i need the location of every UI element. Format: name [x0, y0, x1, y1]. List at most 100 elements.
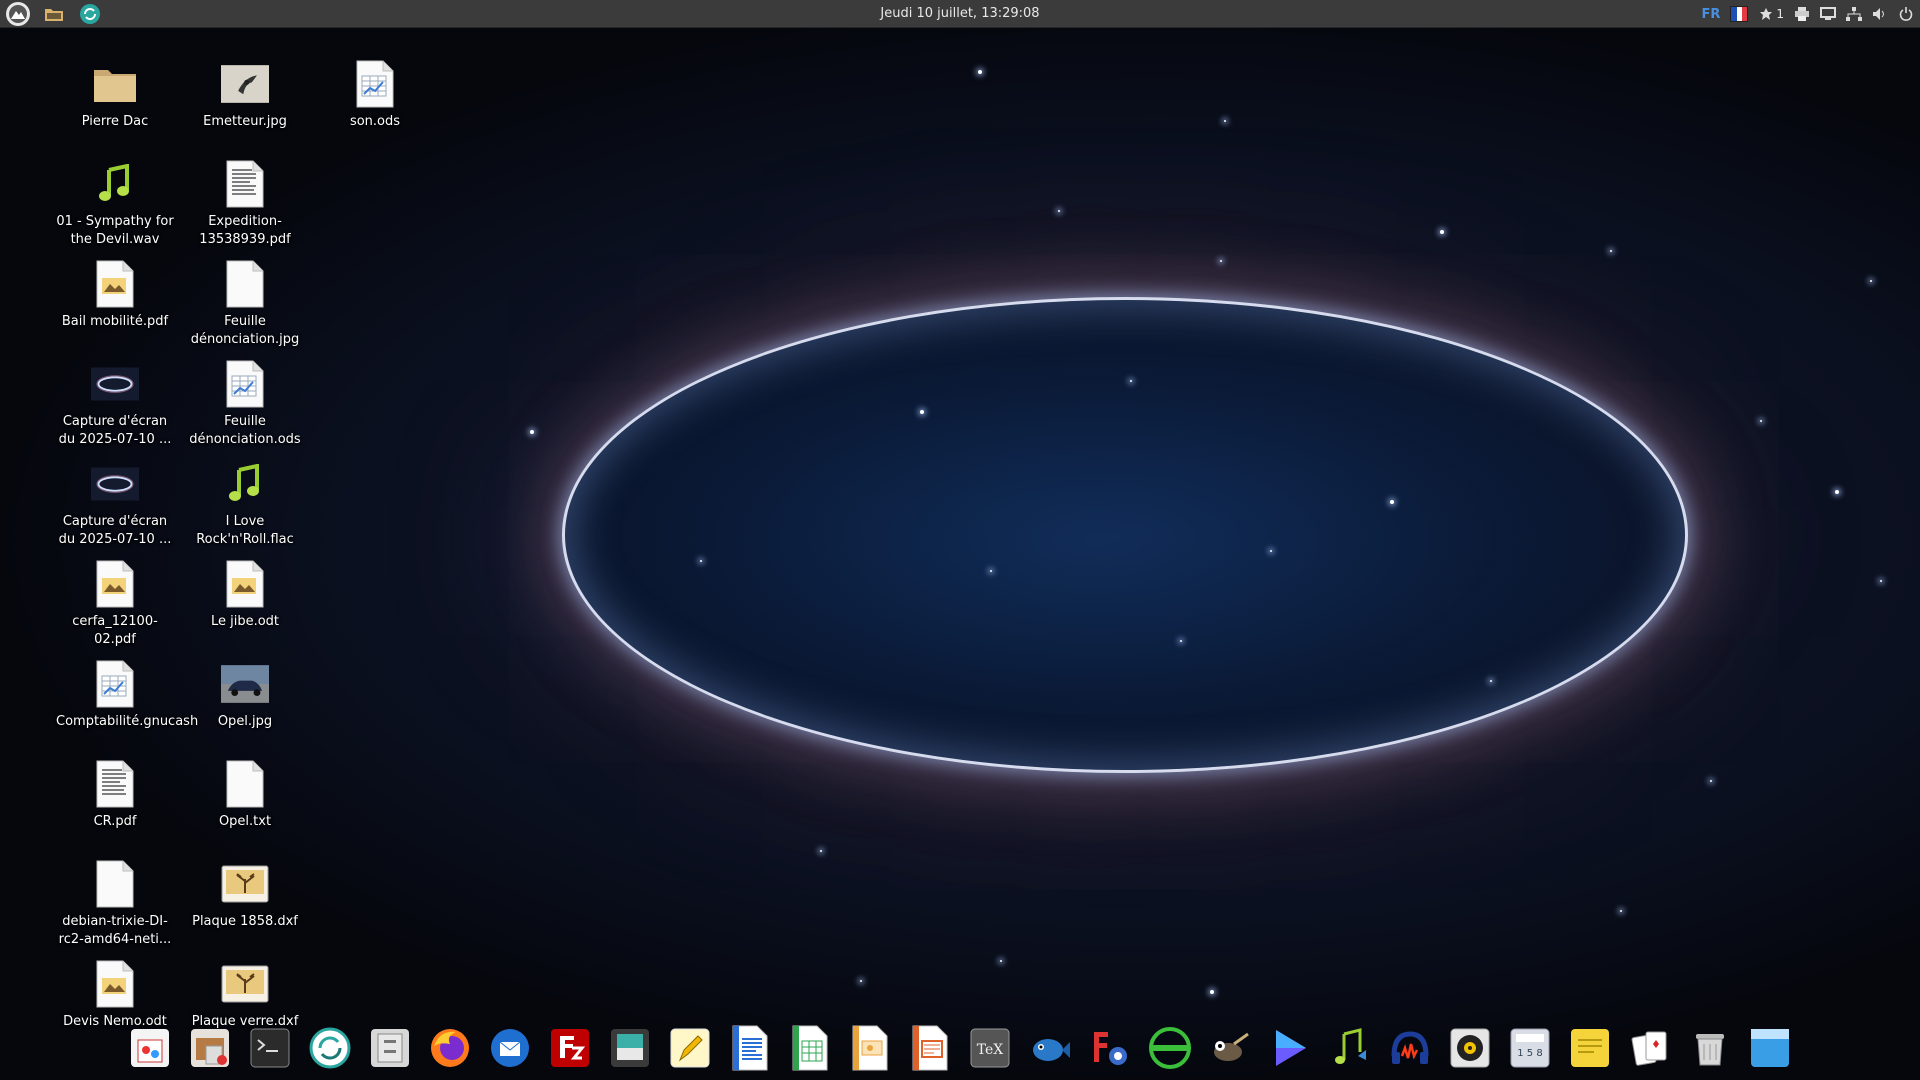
terminal-icon[interactable] [244, 1022, 296, 1074]
star [1224, 120, 1226, 122]
desktop-icon-label: Plaque 1858.dxf [192, 914, 298, 929]
desktop-icon[interactable]: Expedition-13538939.pdf [185, 156, 305, 252]
filezilla-icon[interactable] [544, 1022, 596, 1074]
volume-icon[interactable] [1872, 6, 1888, 22]
desktop-icon[interactable]: Pierre Dac [55, 56, 175, 152]
folder-icon [91, 60, 139, 108]
star [1210, 990, 1214, 994]
desktop-icon-label: cerfa_12100-02.pdf [72, 614, 158, 647]
car-image-icon [221, 660, 269, 708]
star [920, 410, 924, 414]
sticky-notes-icon[interactable] [1564, 1022, 1616, 1074]
flag-icon[interactable] [1730, 6, 1749, 22]
desktop-icon[interactable]: debian-trixie-DI-rc2-amd64-neti... [55, 856, 175, 952]
star [1270, 550, 1272, 552]
text-editor-icon[interactable] [664, 1022, 716, 1074]
desktop-icon[interactable]: 01 - Sympathy for the Devil.wav [55, 156, 175, 252]
blank-file-icon [91, 860, 139, 908]
trash-icon[interactable] [1684, 1022, 1736, 1074]
writer-icon[interactable] [724, 1022, 776, 1074]
desktop-icon[interactable]: I Love Rock'n'Roll.flac [185, 456, 305, 552]
desktop-icon[interactable]: Emetteur.jpg [185, 56, 305, 152]
desktop-icon[interactable]: Bail mobilité.pdf [55, 256, 175, 352]
desktop-icon-label: Opel.jpg [217, 714, 273, 729]
keyboard-layout[interactable]: FR [1701, 7, 1720, 22]
folder-icon[interactable] [42, 2, 66, 26]
draw-icon[interactable] [904, 1022, 956, 1074]
star [1490, 680, 1492, 682]
gimp-icon[interactable] [1204, 1022, 1256, 1074]
pdf-icon [221, 560, 269, 608]
cards-icon[interactable] [1624, 1022, 1676, 1074]
screenshot-icon [91, 460, 139, 508]
settings-icon[interactable] [1084, 1022, 1136, 1074]
audacity-icon[interactable] [1384, 1022, 1436, 1074]
impress-icon[interactable] [844, 1022, 896, 1074]
network-icon[interactable] [1846, 6, 1862, 22]
desktop-icon[interactable]: Comptabilité.gnucash [55, 656, 199, 752]
desktop-icon[interactable]: Capture d'écran du 2025-07-10 ... [55, 356, 175, 452]
image-icon [221, 60, 269, 108]
star [1710, 780, 1712, 782]
desktop-icon[interactable] [1744, 1022, 1796, 1074]
star [1880, 580, 1882, 582]
desktop-icon-label: Expedition-13538939.pdf [199, 214, 291, 247]
star [1220, 260, 1222, 262]
display-icon[interactable] [1820, 6, 1836, 22]
software-store-icon[interactable] [124, 1022, 176, 1074]
star [820, 850, 822, 852]
clock[interactable]: Jeudi 10 juillet, 13:29:08 [880, 6, 1039, 21]
desktop-icon-label: 01 - Sympathy for the Devil.wav [56, 214, 174, 247]
audio-icon [221, 460, 269, 508]
media-player-icon[interactable] [1264, 1022, 1316, 1074]
desktop-icon-label: CR.pdf [93, 814, 137, 829]
network-manager-icon[interactable] [1144, 1022, 1196, 1074]
desktop-icon[interactable]: Capture d'écran du 2025-07-10 ... [55, 456, 175, 552]
pdf-icon [91, 960, 139, 1008]
star [1620, 910, 1622, 912]
rhythmbox-icon[interactable] [1444, 1022, 1496, 1074]
desktop-icon[interactable]: Plaque 1858.dxf [185, 856, 305, 952]
fish-icon[interactable] [1024, 1022, 1076, 1074]
tablet-icon[interactable] [604, 1022, 656, 1074]
refresh-app-icon[interactable] [304, 1022, 356, 1074]
star [1760, 420, 1762, 422]
desktop-icon[interactable]: Le jibe.odt [185, 556, 305, 652]
power-icon[interactable] [1898, 6, 1914, 22]
star [978, 70, 982, 74]
notification-area[interactable]: 1 [1758, 6, 1784, 22]
firefox-icon[interactable] [424, 1022, 476, 1074]
desktop-icon[interactable]: Feuille dénonciation.jpg [185, 256, 305, 352]
blank-file-icon [221, 260, 269, 308]
music-icon[interactable] [1324, 1022, 1376, 1074]
desktop-icon[interactable]: Feuille dénonciation.ods [185, 356, 305, 452]
desktop-icon[interactable]: son.ods [315, 56, 435, 152]
desktop-icon-label: Capture d'écran du 2025-07-10 ... [58, 414, 172, 447]
refresh-icon[interactable] [78, 2, 102, 26]
desktop-icon-label: Comptabilité.gnucash [56, 714, 199, 729]
desktop-icon-label: Feuille dénonciation.jpg [190, 314, 300, 347]
svg-text:TeX: TeX [977, 1042, 1004, 1058]
star [700, 560, 702, 562]
desktop-icon[interactable]: Opel.txt [185, 756, 305, 852]
package-installer-icon[interactable] [184, 1022, 236, 1074]
document-icon [91, 760, 139, 808]
spreadsheet-icon [351, 60, 399, 108]
star [1058, 210, 1060, 212]
calc-icon[interactable] [784, 1022, 836, 1074]
printer-icon[interactable] [1794, 6, 1810, 22]
menu-icon[interactable] [6, 1, 30, 26]
dxf-icon [221, 860, 269, 908]
desktop-icon-label: Le jibe.odt [210, 614, 280, 629]
star [1390, 500, 1394, 504]
texmaker-icon[interactable]: TeX [964, 1022, 1016, 1074]
desktop-icon[interactable]: Opel.jpg [185, 656, 305, 752]
file-cabinet-icon[interactable] [364, 1022, 416, 1074]
calculator-icon[interactable]: 1 5 8 [1504, 1022, 1556, 1074]
thunderbird-icon[interactable] [484, 1022, 536, 1074]
desktop-icon[interactable]: CR.pdf [55, 756, 175, 852]
desktop-icon[interactable]: cerfa_12100-02.pdf [55, 556, 175, 652]
desktop-icon-label: Feuille dénonciation.ods [189, 414, 301, 447]
desktop-icon-label: I Love Rock'n'Roll.flac [196, 514, 294, 547]
wallpaper-ring [565, 300, 1685, 770]
